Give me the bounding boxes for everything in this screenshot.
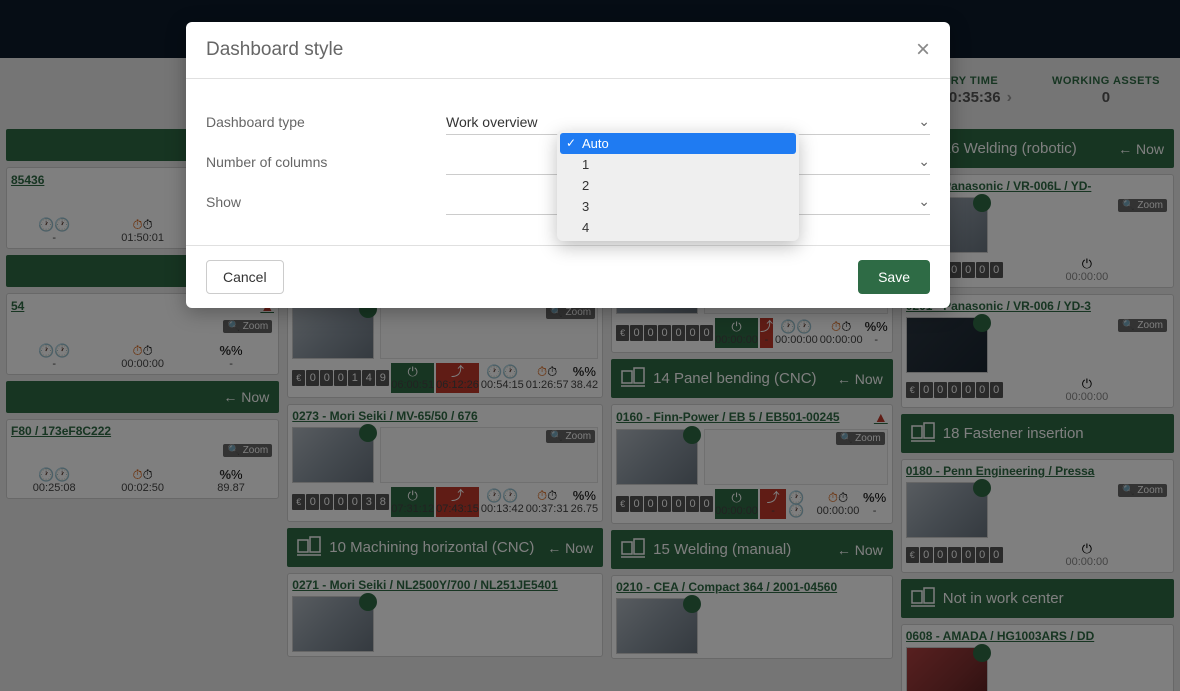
num-columns-label: Number of columns <box>206 154 446 170</box>
modal-title: Dashboard style <box>206 39 343 61</box>
dropdown-option[interactable]: Auto <box>560 133 796 154</box>
chevron-down-icon: ⌄ <box>918 153 930 170</box>
dashboard-type-label: Dashboard type <box>206 114 446 130</box>
dropdown-option[interactable]: 2 <box>560 175 796 196</box>
save-button[interactable]: Save <box>858 260 930 294</box>
chevron-down-icon: ⌄ <box>918 113 930 130</box>
cancel-button[interactable]: Cancel <box>206 260 284 294</box>
close-icon[interactable]: × <box>916 38 930 62</box>
dropdown-option[interactable]: 4 <box>560 217 796 238</box>
modal-footer: Cancel Save <box>186 245 950 308</box>
chevron-down-icon: ⌄ <box>918 193 930 210</box>
show-label: Show <box>206 194 446 210</box>
dropdown-option[interactable]: 3 <box>560 196 796 217</box>
dropdown-option[interactable]: 1 <box>560 154 796 175</box>
num-columns-dropdown[interactable]: Auto1234 <box>557 130 799 241</box>
modal-header: Dashboard style × <box>186 22 950 79</box>
